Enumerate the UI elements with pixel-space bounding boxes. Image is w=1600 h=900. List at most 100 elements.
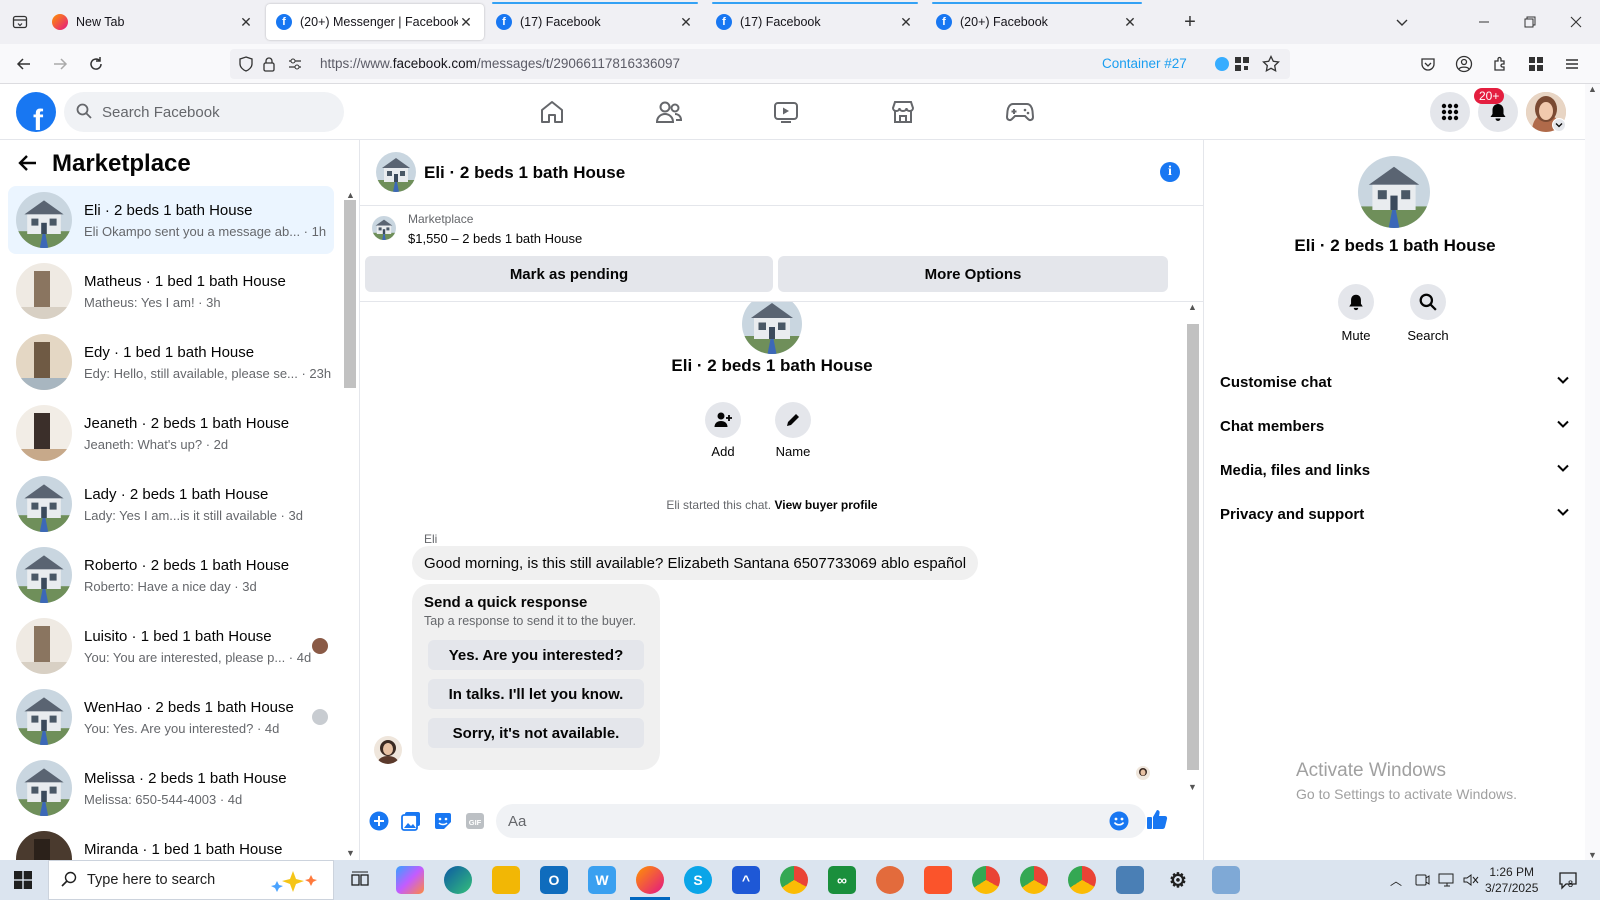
view-buyer-profile-link[interactable]: View buyer profile xyxy=(774,498,877,512)
conversation-item[interactable]: Lady · 2 beds 1 bath House Lady: Yes I am… xyxy=(8,470,334,538)
restore-icon[interactable] xyxy=(1518,10,1542,34)
file-explorer-icon[interactable] xyxy=(492,866,520,894)
nav-marketplace-icon[interactable] xyxy=(848,90,958,134)
chrome-profile-gm-icon[interactable] xyxy=(1020,866,1048,894)
tab-messenger[interactable]: f (20+) Messenger | Facebook ✕ xyxy=(266,4,484,40)
chat-scrollbar[interactable]: ▲ ▼ xyxy=(1186,302,1200,792)
quick-response-yes-button[interactable]: Yes. Are you interested? xyxy=(428,640,644,670)
bookmark-star-icon[interactable] xyxy=(1262,54,1280,76)
minimize-icon[interactable] xyxy=(1472,10,1496,34)
account-icon[interactable] xyxy=(1452,52,1476,76)
windows-start-icon[interactable] xyxy=(14,871,32,892)
listing-thumbnail[interactable] xyxy=(372,216,396,240)
scroll-up-icon[interactable]: ▲ xyxy=(346,190,355,200)
copilot-icon[interactable] xyxy=(396,866,424,894)
more-actions-plus-icon[interactable] xyxy=(368,810,390,832)
mark-pending-button[interactable]: Mark as pending xyxy=(365,256,773,292)
mute-bell-icon[interactable] xyxy=(1338,284,1374,320)
app-network-icon[interactable] xyxy=(1212,866,1240,894)
edit-name-pencil-icon[interactable] xyxy=(775,402,811,438)
search-input[interactable] xyxy=(102,103,322,121)
nav-video-icon[interactable] xyxy=(731,90,841,134)
sticker-icon[interactable] xyxy=(432,810,454,832)
tray-camera-icon[interactable] xyxy=(1414,872,1430,891)
back-arrow-icon[interactable] xyxy=(18,153,38,176)
url-text[interactable]: https://www.facebook.com/messages/t/2906… xyxy=(320,56,680,71)
back-icon[interactable] xyxy=(12,52,36,76)
scroll-down-icon[interactable]: ▼ xyxy=(1588,850,1597,860)
facebook-logo-icon[interactable]: f xyxy=(16,92,56,132)
address-bar[interactable]: https://www.facebook.com/messages/t/2906… xyxy=(230,49,1290,79)
scroll-down-icon[interactable]: ▼ xyxy=(1188,782,1197,792)
thumbs-up-icon[interactable] xyxy=(1146,808,1168,830)
forward-icon[interactable] xyxy=(48,52,72,76)
attach-photo-icon[interactable] xyxy=(400,810,422,832)
tab-new-tab[interactable]: New Tab ✕ xyxy=(42,4,264,40)
network-icon[interactable] xyxy=(1438,872,1456,891)
section-privacy-support[interactable]: Privacy and support xyxy=(1220,494,1570,534)
conversation-item[interactable]: Edy · 1 bed 1 bath House Edy: Hello, stil… xyxy=(8,328,334,396)
new-tab-icon[interactable]: + xyxy=(1178,10,1202,34)
app-people-icon[interactable] xyxy=(1116,866,1144,894)
conversation-item[interactable]: Melissa · 2 beds 1 bath House Melissa: 65… xyxy=(8,754,334,822)
lock-icon[interactable] xyxy=(262,56,276,75)
scroll-up-icon[interactable]: ▲ xyxy=(1588,84,1597,94)
more-options-button[interactable]: More Options xyxy=(778,256,1168,292)
settings-gear-icon[interactable]: ⚙ xyxy=(1164,866,1192,894)
conversation-item[interactable]: WenHao · 2 beds 1 bath House You: Yes. Ar… xyxy=(8,683,334,751)
conversation-item[interactable]: Jeaneth · 2 beds 1 bath House Jeaneth: Wh… xyxy=(8,399,334,467)
quick-response-sorry-button[interactable]: Sorry, it's not available. xyxy=(428,718,644,748)
left-scrollbar[interactable]: ▲ ▼ xyxy=(343,190,357,858)
info-icon[interactable]: i xyxy=(1160,162,1180,182)
extensions-icon[interactable] xyxy=(1488,52,1512,76)
app-tool-icon[interactable] xyxy=(876,866,904,894)
brave-icon[interactable] xyxy=(924,866,952,894)
scrollbar-thumb[interactable] xyxy=(1187,324,1199,770)
tab-overview-icon[interactable] xyxy=(8,10,32,34)
nav-friends-icon[interactable] xyxy=(614,90,724,134)
conversation-item[interactable]: Luisito · 1 bed 1 bath House You: You are… xyxy=(8,612,334,680)
app-green-icon[interactable]: ∞ xyxy=(828,866,856,894)
emoji-icon[interactable] xyxy=(1108,810,1130,832)
account-chevron-icon[interactable] xyxy=(1552,118,1566,132)
chat-title[interactable]: Eli · 2 beds 1 bath House xyxy=(424,163,625,183)
permissions-icon[interactable] xyxy=(288,57,302,74)
listing-price[interactable]: $1,550 – 2 beds 1 bath House xyxy=(408,231,582,246)
nav-home-icon[interactable] xyxy=(497,90,607,134)
menu-icon[interactable] xyxy=(1560,52,1584,76)
message-input[interactable] xyxy=(496,804,1146,838)
container-label[interactable]: Container #27 xyxy=(1102,56,1187,71)
menu-grid-icon[interactable] xyxy=(1430,92,1470,132)
section-customise-chat[interactable]: Customise chat xyxy=(1220,362,1570,402)
list-tabs-chevron-icon[interactable] xyxy=(1390,10,1414,34)
add-person-icon[interactable] xyxy=(705,402,741,438)
chrome-profile-r-icon[interactable] xyxy=(972,866,1000,894)
tab-facebook-3[interactable]: f (20+) Facebook ✕ xyxy=(926,2,1148,40)
close-window-icon[interactable] xyxy=(1564,10,1588,34)
sender-avatar[interactable] xyxy=(374,736,402,764)
qr-code-icon[interactable] xyxy=(1234,56,1250,75)
task-view-icon[interactable] xyxy=(346,866,374,894)
section-media-files-links[interactable]: Media, files and links xyxy=(1220,450,1570,490)
conversation-item[interactable]: Miranda · 1 bed 1 bath House xyxy=(8,825,334,860)
edge-icon[interactable] xyxy=(444,866,472,894)
system-clock[interactable]: 1:26 PM 3/27/2025 xyxy=(1485,864,1538,896)
conversation-item[interactable]: Matheus · 1 bed 1 bath House Matheus: Yes… xyxy=(8,257,334,325)
close-tab-icon[interactable]: ✕ xyxy=(458,14,474,31)
conversation-item[interactable]: Roberto · 2 beds 1 bath House Roberto: Ha… xyxy=(8,541,334,609)
volume-muted-icon[interactable] xyxy=(1462,872,1480,891)
reload-icon[interactable] xyxy=(84,52,108,76)
incoming-message[interactable]: Good morning, is this still available? E… xyxy=(412,546,979,580)
section-chat-members[interactable]: Chat members xyxy=(1220,406,1570,446)
nav-gaming-icon[interactable] xyxy=(965,90,1075,134)
chat-avatar[interactable] xyxy=(376,152,416,192)
quick-response-in-talks-button[interactable]: In talks. I'll let you know. xyxy=(428,679,644,709)
app-w-icon[interactable]: W xyxy=(588,866,616,894)
close-tab-icon[interactable]: ✕ xyxy=(678,14,694,31)
taskbar-search[interactable]: Type here to search xyxy=(48,860,334,900)
facebook-search[interactable] xyxy=(64,92,344,132)
containers-icon[interactable] xyxy=(1524,52,1548,76)
chrome-icon[interactable] xyxy=(780,866,808,894)
close-tab-icon[interactable]: ✕ xyxy=(1122,14,1138,31)
scroll-up-icon[interactable]: ▲ xyxy=(1188,302,1197,312)
